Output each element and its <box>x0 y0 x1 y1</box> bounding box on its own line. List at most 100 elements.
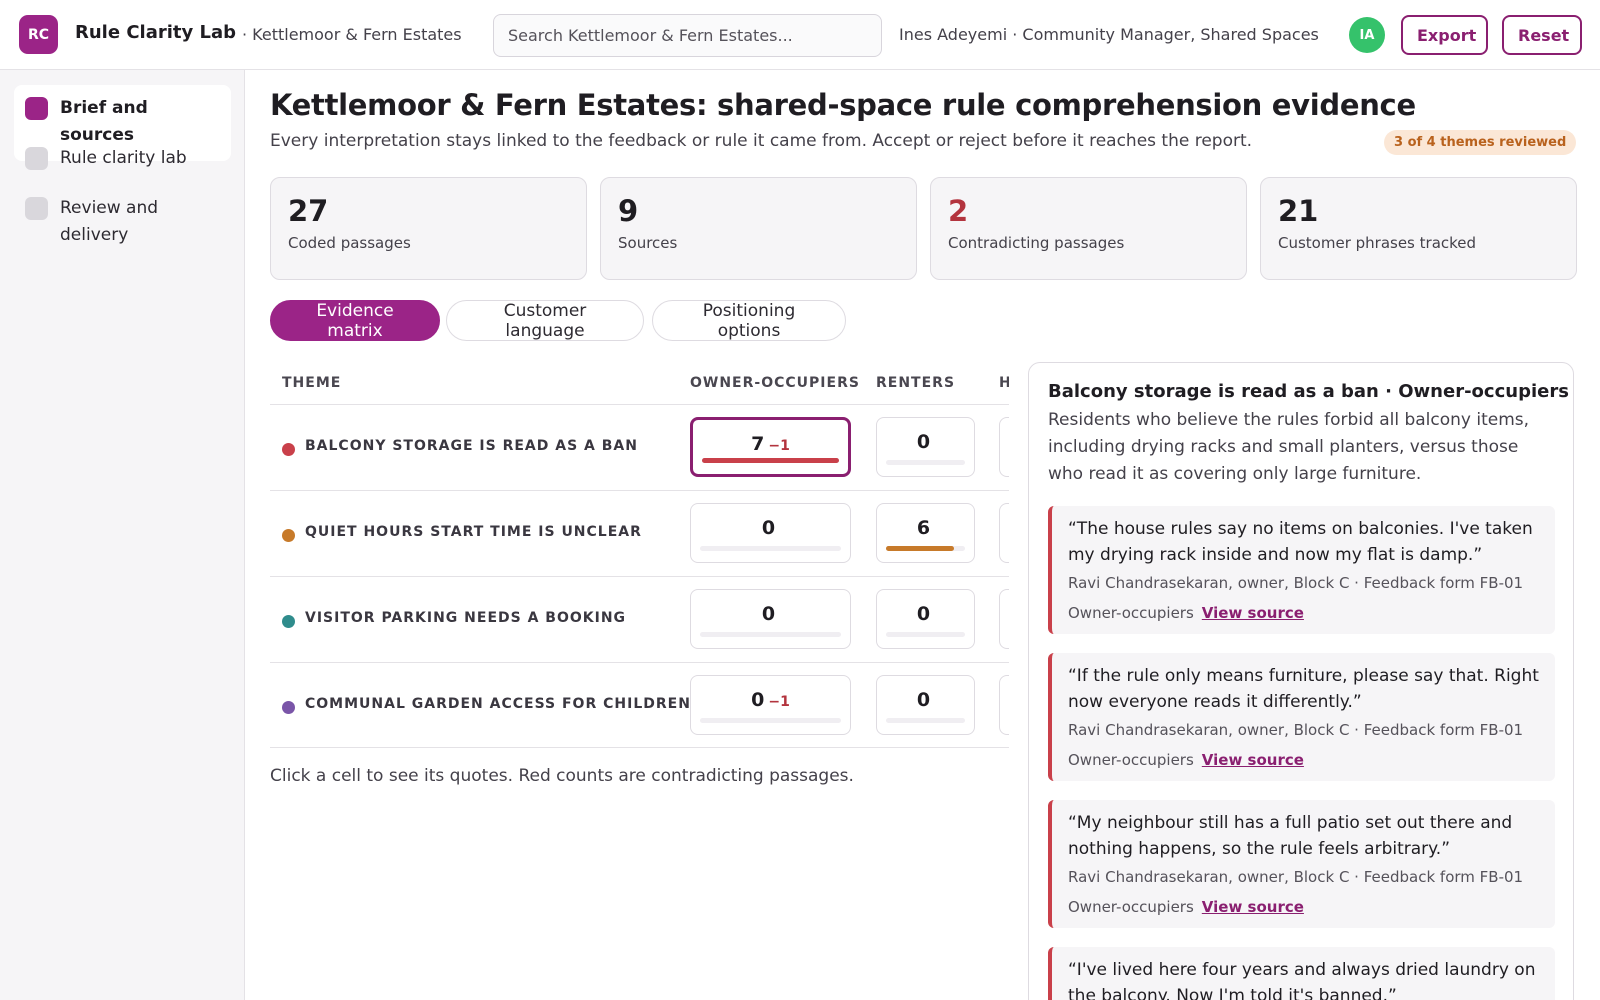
cell-bar-track <box>700 632 841 637</box>
app-logo: RC <box>19 15 58 54</box>
cell-count: 0 <box>916 603 931 625</box>
stat-value: 2 <box>948 194 969 228</box>
theme-color-dot <box>282 701 295 714</box>
stat-label: Contradicting passages <box>948 234 1125 252</box>
page-title: Kettlemoor & Fern Estates: shared-space … <box>270 88 1416 122</box>
cell-count: 0 <box>761 517 776 539</box>
cell-count: 0 <box>751 689 765 711</box>
matrix-cell[interactable]: 0 <box>876 417 975 477</box>
workspace-name: · Kettlemoor & Fern Estates <box>242 25 462 44</box>
user-name: Ines Adeyemi · Community Manager, Shared… <box>899 25 1319 44</box>
column-header-theme: THEME <box>282 375 342 391</box>
stat-value: 21 <box>1278 194 1319 228</box>
theme-color-dot <box>282 615 295 628</box>
cell-bar-track <box>886 632 965 637</box>
sidebar-item-label: Review and delivery <box>60 198 159 245</box>
quote-text: “I've lived here four years and always d… <box>1068 960 1536 1000</box>
sidebar-item-review-and-delivery[interactable]: Review and delivery <box>14 185 231 261</box>
quote-text: “The house rules say no items on balconi… <box>1068 519 1533 565</box>
sidebar: Brief and sources Rule clarity lab Revie… <box>0 70 245 1000</box>
stat-card-sources: 9 Sources <box>600 177 917 280</box>
view-source-link[interactable]: View source <box>1202 604 1304 622</box>
theme-color-dot <box>282 529 295 542</box>
matrix-cell-truncated[interactable] <box>999 503 1009 563</box>
stat-value: 9 <box>618 194 639 228</box>
quote-segment: Owner-occupiers <box>1068 898 1194 916</box>
quote-card: “If the rule only means furniture, pleas… <box>1048 653 1555 781</box>
view-source-link[interactable]: View source <box>1202 898 1304 916</box>
cell-bar-track <box>886 718 965 723</box>
cell-bar-track <box>886 460 965 465</box>
stat-value: 27 <box>288 194 329 228</box>
quote-text: “My neighbour still has a full patio set… <box>1068 813 1513 859</box>
quote-segment: Owner-occupiers <box>1068 751 1194 769</box>
column-header-renters: RENTERS <box>876 375 956 391</box>
stat-card-contradicting-passages: 2 Contradicting passages <box>930 177 1247 280</box>
stat-label: Customer phrases tracked <box>1278 234 1477 252</box>
stat-card-coded-passages: 27 Coded passages <box>270 177 587 280</box>
theme-label: QUIET HOURS START TIME IS UNCLEAR <box>305 524 642 540</box>
theme-label: BALCONY STORAGE IS READ AS A BAN <box>305 438 638 454</box>
matrix-cell[interactable]: 0 <box>876 675 975 735</box>
search-input[interactable] <box>493 14 882 57</box>
matrix-cell[interactable]: 7 −1 <box>690 417 851 477</box>
matrix-row: QUIET HOURS START TIME IS UNCLEAR 0 6 <box>270 490 1009 576</box>
matrix-cell[interactable]: 0 <box>690 503 851 563</box>
quote-card: “The house rules say no items on balconi… <box>1048 506 1555 634</box>
tab-positioning-options[interactable]: Positioning options <box>652 300 846 341</box>
column-header-owner-occupiers: OWNER-OCCUPIERS <box>690 375 860 391</box>
sidebar-item-rule-clarity-lab[interactable]: Rule clarity lab <box>14 135 231 184</box>
evidence-matrix: THEME OWNER-OCCUPIERS RENTERS H BALCONY … <box>270 360 1009 752</box>
top-bar: RC Rule Clarity Lab · Kettlemoor & Fern … <box>0 0 1600 70</box>
step-indicator-icon <box>25 147 48 170</box>
detail-title: Balcony storage is read as a ban · Owner… <box>1048 381 1569 402</box>
cell-count: 0 <box>916 689 931 711</box>
app-name: Rule Clarity Lab <box>75 22 236 43</box>
quote-attribution: Ravi Chandrasekaran, owner, Block C · Fe… <box>1068 574 1524 592</box>
theme-color-dot <box>282 443 295 456</box>
quote-attribution: Ravi Chandrasekaran, owner, Block C · Fe… <box>1068 721 1524 739</box>
quote-segment: Owner-occupiers <box>1068 604 1194 622</box>
matrix-row: COMMUNAL GARDEN ACCESS FOR CHILDREN 0 −1 … <box>270 662 1009 748</box>
cell-bar-track <box>702 458 839 463</box>
tab-evidence-matrix[interactable]: Evidence matrix <box>270 300 440 341</box>
view-source-link[interactable]: View source <box>1202 751 1304 769</box>
matrix-cell[interactable]: 0 <box>690 589 851 649</box>
cell-bar-track <box>700 718 841 723</box>
review-status-badge: 3 of 4 themes reviewed <box>1384 130 1577 155</box>
matrix-row: BALCONY STORAGE IS READ AS A BAN 7 −1 0 <box>270 404 1009 490</box>
quote-detail-panel: Balcony storage is read as a ban · Owner… <box>1028 362 1574 1000</box>
detail-description: Residents who believe the rules forbid a… <box>1048 410 1530 484</box>
quote-text: “If the rule only means furniture, pleas… <box>1068 666 1539 712</box>
stat-label: Coded passages <box>288 234 411 252</box>
cell-count: 6 <box>916 517 931 539</box>
matrix-cell[interactable]: 0 −1 <box>690 675 851 735</box>
cell-count: 7 <box>751 433 765 455</box>
step-indicator-icon <box>25 197 48 220</box>
page-subtitle: Every interpretation stays linked to the… <box>270 131 1253 151</box>
theme-label: VISITOR PARKING NEEDS A BOOKING <box>305 610 627 626</box>
tab-customer-language[interactable]: Customer language <box>446 300 644 341</box>
cell-contradiction-count: −1 <box>768 694 790 710</box>
matrix-cell[interactable]: 0 <box>876 589 975 649</box>
cell-bar-fill <box>886 546 954 551</box>
matrix-cell-truncated[interactable] <box>999 675 1009 735</box>
step-indicator-icon <box>25 97 48 120</box>
export-button[interactable]: Export <box>1401 15 1488 55</box>
matrix-row: VISITOR PARKING NEEDS A BOOKING 0 0 <box>270 576 1009 662</box>
stat-label: Sources <box>618 234 678 252</box>
column-header-truncated: H <box>999 375 1009 391</box>
quote-card: “My neighbour still has a full patio set… <box>1048 800 1555 928</box>
matrix-cell-truncated[interactable] <box>999 417 1009 477</box>
theme-label: COMMUNAL GARDEN ACCESS FOR CHILDREN <box>305 696 691 712</box>
quote-card: “I've lived here four years and always d… <box>1048 947 1555 1000</box>
quote-attribution: Ravi Chandrasekaran, owner, Block C · Fe… <box>1068 868 1524 886</box>
cell-contradiction-count: −1 <box>768 438 790 454</box>
reset-button[interactable]: Reset <box>1502 15 1582 55</box>
matrix-help-text: Click a cell to see its quotes. Red coun… <box>270 766 854 786</box>
avatar[interactable]: IA <box>1349 17 1385 53</box>
matrix-cell[interactable]: 6 <box>876 503 975 563</box>
cell-bar-track <box>886 546 965 551</box>
stat-card-customer-phrases: 21 Customer phrases tracked <box>1260 177 1577 280</box>
matrix-cell-truncated[interactable] <box>999 589 1009 649</box>
